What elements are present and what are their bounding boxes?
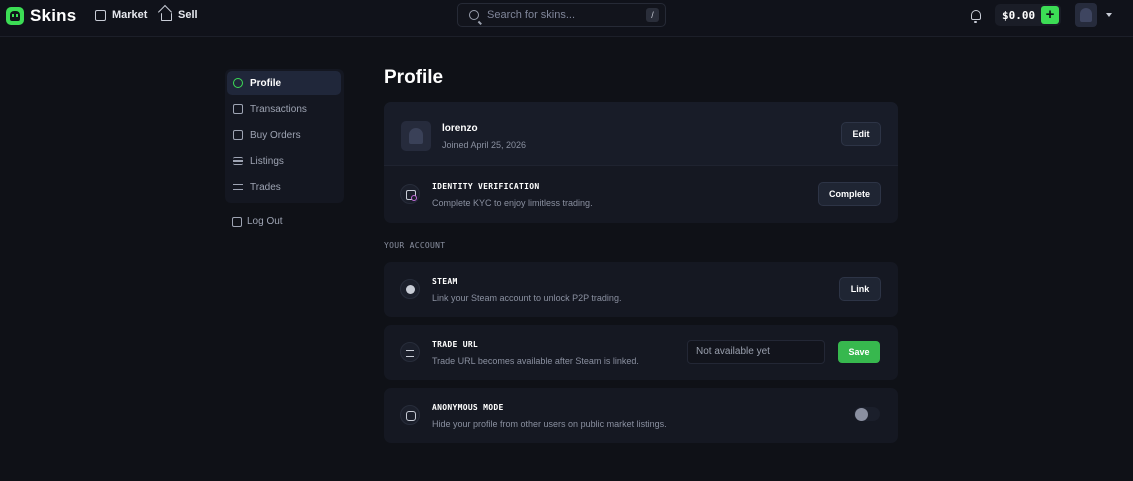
profile-joined-date: Joined April 25, 2026 [442, 140, 527, 150]
steam-icon [400, 279, 420, 299]
edit-profile-button[interactable]: Edit [841, 122, 881, 146]
profile-header: lorenzo Joined April 25, 2026 Edit [384, 102, 898, 166]
add-funds-button[interactable]: + [1041, 6, 1059, 24]
home-icon [161, 12, 172, 21]
trade-url-subtitle: Trade URL becomes available after Steam … [432, 356, 639, 366]
chevron-down-icon[interactable] [1106, 13, 1112, 17]
profile-avatar [401, 121, 431, 151]
logout-icon [232, 216, 242, 227]
sidebar-item-buy-orders[interactable]: Buy Orders [227, 123, 341, 147]
bell-icon[interactable] [971, 10, 981, 23]
trade-url-title: TRADE URL [432, 340, 479, 349]
list-icon [233, 157, 243, 165]
logout-label: Log Out [247, 216, 283, 227]
arrows-swap-icon [233, 183, 243, 191]
store-icon [95, 9, 106, 21]
page-title: Profile [384, 67, 444, 88]
sidebar-item-label: Buy Orders [250, 129, 301, 141]
identity-verification-icon [400, 184, 420, 204]
sidebar-item-label: Profile [250, 77, 282, 89]
sidebar-item-profile[interactable]: Profile [227, 71, 341, 95]
sidebar-item-trades[interactable]: Trades [227, 175, 341, 199]
section-label-your-account: YOUR ACCOUNT [384, 241, 446, 250]
steam-subtitle: Link your Steam account to unlock P2P tr… [432, 293, 622, 303]
steam-title: STEAM [432, 277, 458, 286]
balance-amount: $0.00 [1002, 9, 1036, 22]
sidebar-item-label: Transactions [250, 103, 307, 115]
sidebar-item-label: Listings [250, 155, 284, 167]
sidebar: Profile Transactions Buy Orders Listings… [225, 69, 344, 203]
logout-button[interactable]: Log Out [232, 216, 283, 227]
anonymous-mask-icon [400, 405, 420, 425]
search-icon [469, 10, 479, 20]
identity-verification-subtitle: Complete KYC to enjoy limitless trading. [432, 198, 593, 208]
search-placeholder: Search for skins... [487, 9, 576, 21]
anonymous-mode-toggle[interactable] [854, 407, 880, 421]
link-steam-button[interactable]: Link [839, 277, 881, 301]
anonymous-mode-subtitle: Hide your profile from other users on pu… [432, 419, 667, 429]
complete-kyc-button[interactable]: Complete [818, 182, 881, 206]
search-input[interactable]: Search for skins... / [457, 3, 666, 27]
anonymous-mode-title: ANONYMOUS MODE [432, 403, 504, 412]
avatar[interactable] [1075, 3, 1097, 27]
nav-market[interactable]: Market [95, 9, 147, 21]
ghost-logo-icon [6, 7, 24, 25]
toggle-knob [855, 408, 868, 421]
brand-name: Skins [30, 6, 77, 25]
trade-url-card: TRADE URL Trade URL becomes available af… [384, 325, 898, 380]
profile-card: lorenzo Joined April 25, 2026 Edit IDENT… [384, 102, 898, 223]
cart-icon [233, 130, 243, 140]
trade-url-input[interactable]: Not available yet [687, 340, 825, 364]
sidebar-item-transactions[interactable]: Transactions [227, 97, 341, 121]
nav-sell-label: Sell [178, 9, 198, 21]
profile-username: lorenzo [442, 123, 478, 134]
brand-logo[interactable]: Skins [6, 6, 76, 26]
steam-card: STEAM Link your Steam account to unlock … [384, 262, 898, 317]
sidebar-item-label: Trades [250, 181, 281, 193]
user-circle-icon [233, 78, 243, 88]
anonymous-mode-card: ANONYMOUS MODE Hide your profile from ot… [384, 388, 898, 443]
balance-display[interactable]: $0.00 + [995, 4, 1061, 26]
identity-verification-title: IDENTITY VERIFICATION [432, 182, 540, 191]
top-header: Skins Market Sell Search for skins... / … [0, 0, 1133, 37]
arrows-swap-icon [400, 342, 420, 362]
save-trade-url-button[interactable]: Save [838, 341, 880, 363]
sidebar-item-listings[interactable]: Listings [227, 149, 341, 173]
search-shortcut-key: / [646, 8, 659, 22]
nav-market-label: Market [112, 9, 148, 21]
receipt-icon [233, 104, 243, 114]
nav-sell[interactable]: Sell [161, 9, 198, 21]
